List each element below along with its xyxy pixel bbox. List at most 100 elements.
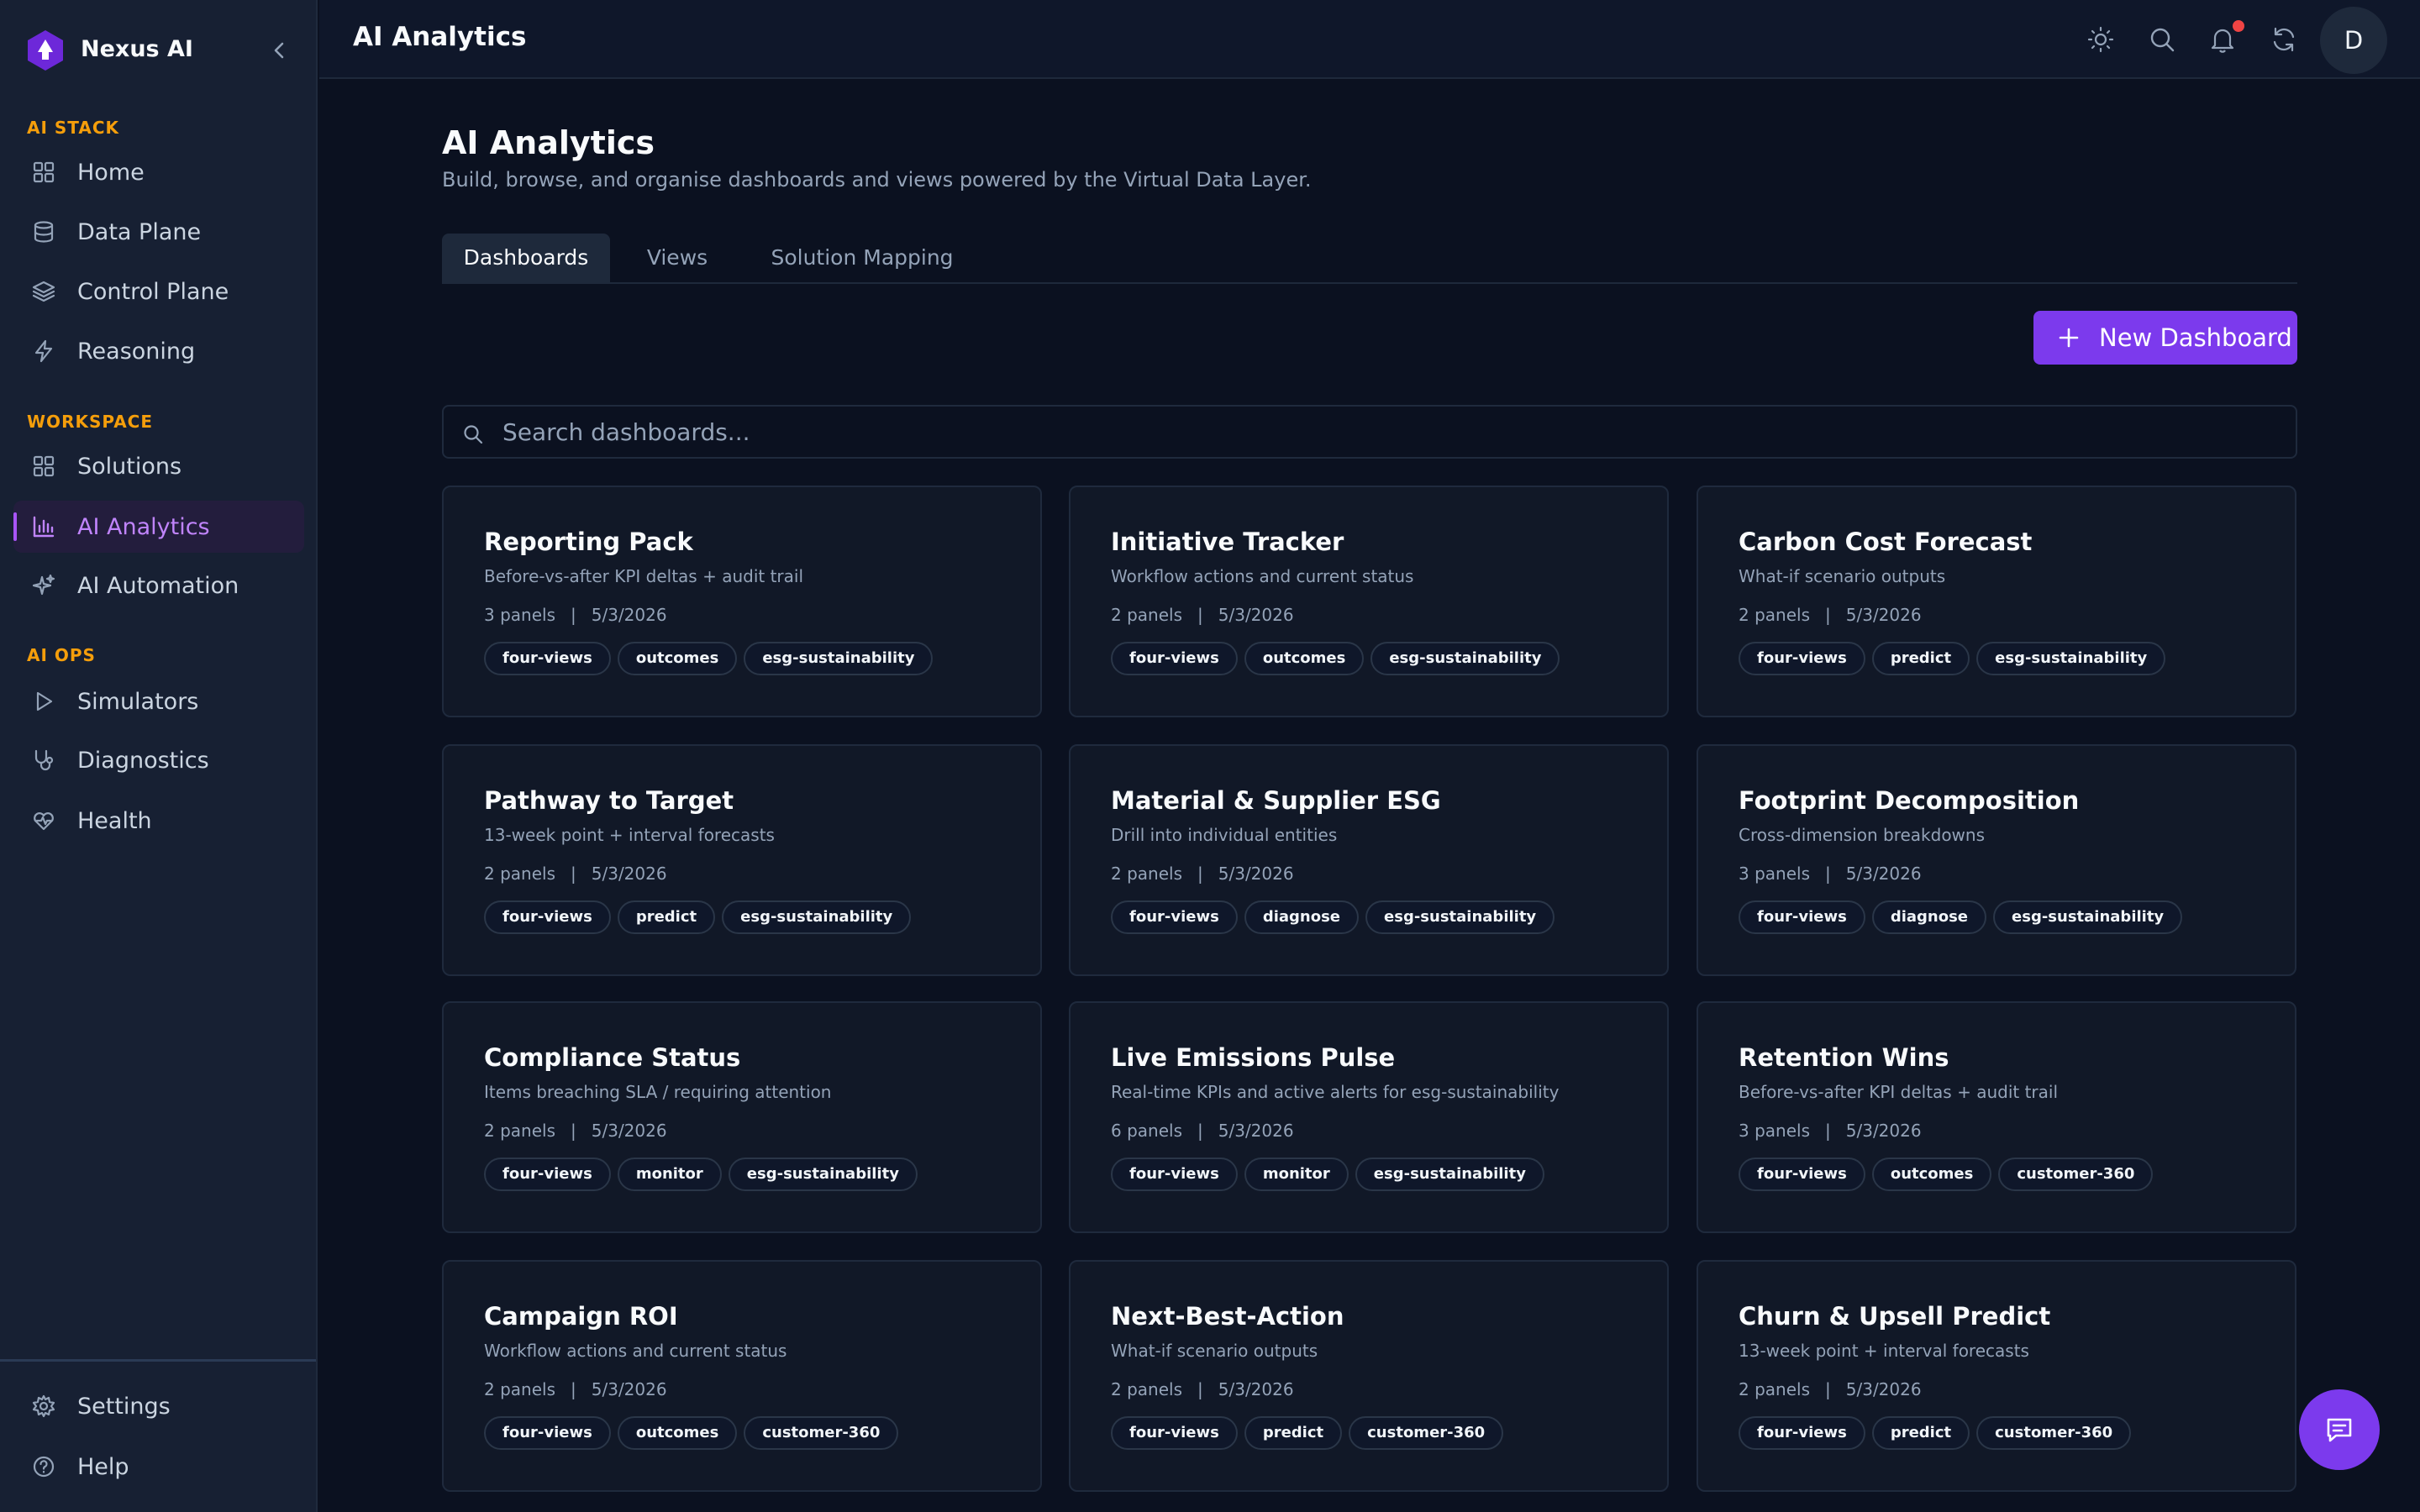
card-date: 5/3/2026 [1845, 1379, 1922, 1399]
brand[interactable]: Nexus AI [25, 29, 302, 72]
card-description: What-if scenario outputs [1111, 1341, 1318, 1361]
sidebar-item-diagnostics[interactable]: Diagnostics [13, 734, 304, 786]
grid-icon [32, 454, 55, 478]
card-date: 5/3/2026 [591, 864, 667, 884]
tag-badge[interactable]: four-views [1111, 1158, 1238, 1191]
sidebar-item-ai-automation[interactable]: AI Automation [13, 559, 304, 612]
page-title: AI Analytics [442, 124, 655, 161]
refresh-icon[interactable] [2270, 25, 2298, 54]
dashboard-card[interactable]: Material & Supplier ESG Drill into indiv… [1069, 744, 1669, 976]
section-label-workspace: WORKSPACE [27, 412, 154, 432]
card-meta: 2 panels | 5/3/2026 [1111, 605, 1294, 625]
dashboard-card[interactable]: Campaign ROI Workflow actions and curren… [442, 1260, 1042, 1492]
search-icon[interactable] [2148, 25, 2176, 54]
tag-badge[interactable]: esg-sustainability [1370, 642, 1560, 675]
tag-badge[interactable]: four-views [1739, 900, 1865, 934]
collapse-sidebar-icon[interactable] [267, 37, 291, 64]
dashboard-card[interactable]: Next-Best-Action What-if scenario output… [1069, 1260, 1669, 1492]
dashboard-card[interactable]: Live Emissions Pulse Real-time KPIs and … [1069, 1001, 1669, 1233]
tag-badge[interactable]: esg-sustainability [1365, 900, 1555, 934]
new-dashboard-button[interactable]: New Dashboard [2033, 311, 2297, 365]
sidebar-item-label: AI Automation [77, 573, 239, 599]
tag-badge[interactable]: customer-360 [744, 1416, 899, 1450]
tag-badge[interactable]: esg-sustainability [744, 642, 934, 675]
search-box [442, 405, 2297, 459]
dashboard-card[interactable]: Initiative Tracker Workflow actions and … [1069, 486, 1669, 717]
tag-badge[interactable]: customer-360 [1998, 1158, 2154, 1191]
dashboard-card[interactable]: Compliance Status Items breaching SLA / … [442, 1001, 1042, 1233]
tab-solution-mapping[interactable]: Solution Mapping [744, 234, 980, 282]
tag-badge[interactable]: diagnose [1871, 900, 1987, 934]
tag-badge[interactable]: esg-sustainability [722, 900, 912, 934]
tag-badge[interactable]: four-views [1111, 900, 1238, 934]
card-description: What-if scenario outputs [1739, 566, 1946, 586]
card-description: Drill into individual entities [1111, 825, 1338, 845]
chat-icon [2327, 1418, 2352, 1442]
tag-badge[interactable]: predict [1871, 642, 1970, 675]
card-description: Cross-dimension breakdowns [1739, 825, 1986, 845]
tag-badge[interactable]: predict [617, 900, 716, 934]
tag-badge[interactable]: monitor [1244, 1158, 1349, 1191]
tag-badge[interactable]: esg-sustainability [1993, 900, 2183, 934]
topbar: AI Analytics D [319, 0, 2420, 79]
sidebar-item-ai-analytics[interactable]: AI Analytics [13, 501, 304, 553]
tag-badge[interactable]: outcomes [1244, 642, 1365, 675]
tab-dashboards[interactable]: Dashboards [442, 234, 610, 282]
tag-badge[interactable]: outcomes [1871, 1158, 1992, 1191]
tag-badge[interactable]: four-views [1739, 1416, 1865, 1450]
tab-views[interactable]: Views [627, 234, 728, 282]
chat-button[interactable] [2299, 1389, 2380, 1470]
dashboard-card[interactable]: Churn & Upsell Predict 13-week point + i… [1697, 1260, 2296, 1492]
panel-count: 2 panels [1111, 864, 1182, 884]
sidebar-item-solutions[interactable]: Solutions [13, 440, 304, 492]
tag-badge[interactable]: customer-360 [1349, 1416, 1504, 1450]
dashboard-card[interactable]: Reporting Pack Before-vs-after KPI delta… [442, 486, 1042, 717]
tag-badge[interactable]: esg-sustainability [1976, 642, 2166, 675]
dashboard-card[interactable]: Footprint Decomposition Cross-dimension … [1697, 744, 2296, 976]
meta-separator: | [1197, 1379, 1203, 1399]
dashboard-card[interactable]: Pathway to Target 13-week point + interv… [442, 744, 1042, 976]
tag-badge[interactable]: predict [1871, 1416, 1970, 1450]
tag-badge[interactable]: outcomes [617, 1416, 738, 1450]
theme-toggle-icon[interactable] [2086, 25, 2115, 54]
tag-badge[interactable]: esg-sustainability [728, 1158, 918, 1191]
card-meta: 2 panels | 5/3/2026 [484, 864, 667, 884]
tag-badge[interactable]: four-views [1111, 642, 1238, 675]
plus-icon [2057, 326, 2081, 349]
card-title: Carbon Cost Forecast [1739, 528, 2033, 556]
tag-badge[interactable]: four-views [484, 642, 611, 675]
tag-badge[interactable]: four-views [1739, 642, 1865, 675]
avatar[interactable]: D [2320, 7, 2387, 74]
tag-badge[interactable]: four-views [484, 1416, 611, 1450]
tag-badge[interactable]: predict [1244, 1416, 1343, 1450]
tag-badge[interactable]: four-views [484, 1158, 611, 1191]
sidebar-item-reasoning[interactable]: Reasoning [13, 325, 304, 377]
sidebar-item-control-plane[interactable]: Control Plane [13, 265, 304, 318]
panel-count: 2 panels [484, 1379, 555, 1399]
sidebar-item-settings[interactable]: Settings [13, 1380, 304, 1432]
dashboard-card[interactable]: Carbon Cost Forecast What-if scenario ou… [1697, 486, 2296, 717]
sidebar-item-home[interactable]: Home [13, 146, 304, 198]
sidebar-item-label: AI Analytics [77, 514, 210, 540]
tag-badge[interactable]: monitor [617, 1158, 722, 1191]
tag-badge[interactable]: customer-360 [1976, 1416, 2132, 1450]
tag-badge[interactable]: diagnose [1244, 900, 1360, 934]
card-date: 5/3/2026 [591, 1121, 667, 1141]
dashboard-card[interactable]: Retention Wins Before-vs-after KPI delta… [1697, 1001, 2296, 1233]
card-meta: 3 panels | 5/3/2026 [1739, 864, 1922, 884]
bell-icon[interactable] [2208, 25, 2237, 54]
tag-badge[interactable]: four-views [1739, 1158, 1865, 1191]
tag-list: four-views diagnose esg-sustainability [1111, 900, 1561, 934]
sidebar-item-help[interactable]: Help [13, 1441, 304, 1493]
card-title: Compliance Status [484, 1043, 741, 1072]
tag-badge[interactable]: four-views [1111, 1416, 1238, 1450]
sidebar-item-data-plane[interactable]: Data Plane [13, 206, 304, 258]
sidebar-item-label: Settings [77, 1394, 171, 1420]
tag-badge[interactable]: esg-sustainability [1355, 1158, 1544, 1191]
sidebar-item-simulators[interactable]: Simulators [13, 675, 304, 727]
tag-badge[interactable]: outcomes [617, 642, 738, 675]
sidebar-item-health[interactable]: Health [13, 795, 304, 847]
tag-badge[interactable]: four-views [484, 900, 611, 934]
card-title: Retention Wins [1739, 1043, 1949, 1072]
search-input[interactable] [502, 415, 2267, 449]
